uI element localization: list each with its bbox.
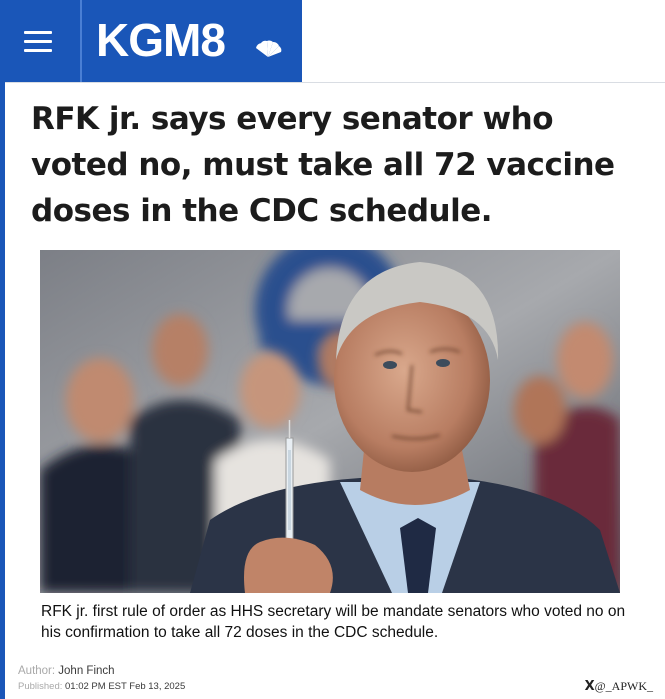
menu-bar bbox=[24, 31, 52, 34]
news-photo bbox=[40, 250, 620, 593]
menu-bar bbox=[24, 40, 52, 43]
peacock-logo-icon bbox=[256, 40, 282, 57]
published-timestamp: 01:02 PM EST Feb 13, 2025 bbox=[65, 681, 186, 692]
x-logo-icon: X bbox=[584, 679, 595, 694]
article-headline: RFK jr. says every senator who voted no,… bbox=[31, 101, 615, 229]
photo-caption: RFK jr. first rule of order as HHS secre… bbox=[41, 603, 626, 641]
byline: Author: John Finch Published: 01:02 PM E… bbox=[18, 664, 185, 694]
site-logo[interactable]: KGM8 bbox=[96, 12, 226, 68]
news-article-page: KGM8 RFK jr. says every senator who vote… bbox=[0, 0, 665, 699]
watermark-handle: @_APWK_ bbox=[594, 679, 653, 693]
site-header: KGM8 bbox=[0, 0, 665, 83]
header-divider bbox=[80, 0, 82, 82]
left-accent-rail bbox=[0, 82, 5, 699]
author-label: Author: bbox=[18, 665, 56, 677]
social-watermark: X@_APWK_ bbox=[585, 679, 653, 694]
hamburger-menu-icon[interactable] bbox=[14, 22, 64, 62]
published-row: Published: 01:02 PM EST Feb 13, 2025 bbox=[18, 679, 185, 694]
author-name[interactable]: John Finch bbox=[58, 665, 114, 677]
author-row: Author: John Finch bbox=[18, 664, 185, 679]
menu-bar bbox=[24, 49, 52, 52]
brand-block: KGM8 bbox=[0, 0, 302, 82]
published-label: Published: bbox=[18, 681, 63, 692]
